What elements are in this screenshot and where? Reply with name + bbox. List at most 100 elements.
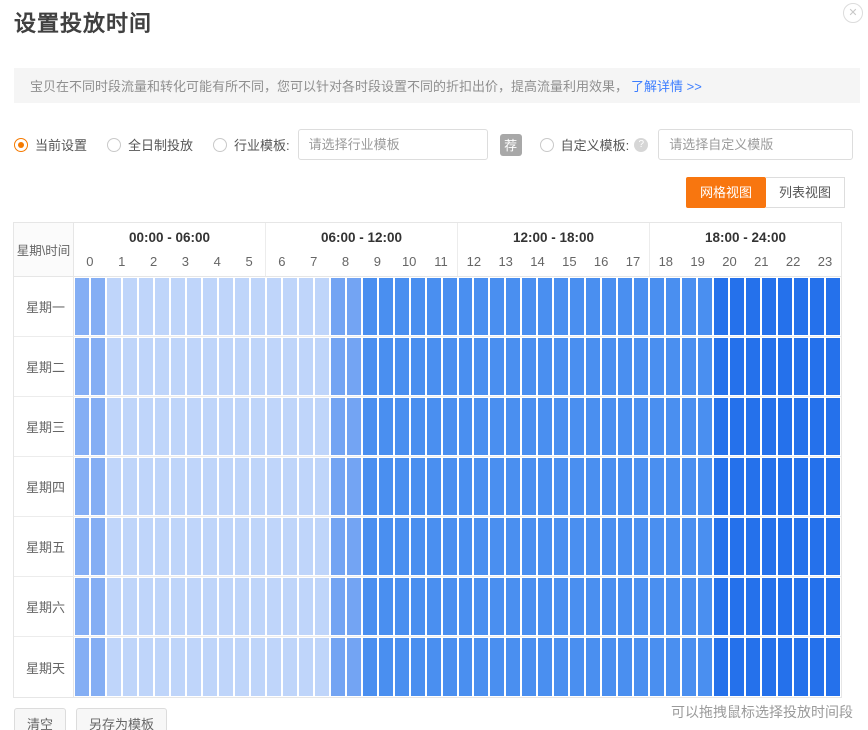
time-cell[interactable] [219, 398, 233, 455]
time-cell[interactable] [730, 278, 744, 335]
time-cell[interactable] [379, 578, 393, 635]
time-cell[interactable] [379, 518, 393, 575]
save-as-template-button[interactable]: 另存为模板 [76, 708, 167, 730]
time-cell[interactable] [474, 278, 488, 335]
time-cell[interactable] [570, 518, 584, 575]
time-cell[interactable] [618, 578, 632, 635]
time-cell[interactable] [459, 518, 473, 575]
time-cell[interactable] [331, 458, 345, 515]
time-cell[interactable] [267, 278, 281, 335]
time-cell[interactable] [810, 398, 824, 455]
time-cell[interactable] [187, 518, 201, 575]
time-cell[interactable] [91, 458, 105, 515]
time-cell[interactable] [666, 338, 680, 395]
radio-fulltime[interactable]: 全日制投放 [107, 135, 193, 154]
time-cell[interactable] [219, 278, 233, 335]
time-cell[interactable] [347, 578, 361, 635]
time-cell[interactable] [570, 578, 584, 635]
time-cell[interactable] [810, 338, 824, 395]
time-cell[interactable] [347, 398, 361, 455]
time-cell[interactable] [155, 518, 169, 575]
time-cell[interactable] [299, 278, 313, 335]
time-cell[interactable] [698, 578, 712, 635]
time-cell[interactable] [395, 278, 409, 335]
time-cell[interactable] [411, 638, 425, 696]
custom-template-input[interactable] [658, 129, 853, 160]
time-cell[interactable] [203, 278, 217, 335]
time-cell[interactable] [235, 458, 249, 515]
time-cell[interactable] [123, 578, 137, 635]
time-cell[interactable] [746, 638, 760, 696]
time-cell[interactable] [730, 398, 744, 455]
time-cell[interactable] [379, 638, 393, 696]
time-cell[interactable] [139, 518, 153, 575]
time-cell[interactable] [459, 458, 473, 515]
time-cell[interactable] [347, 638, 361, 696]
time-cell[interactable] [139, 278, 153, 335]
time-cell[interactable] [522, 458, 536, 515]
time-cell[interactable] [443, 398, 457, 455]
time-cell[interactable] [554, 458, 568, 515]
time-cell[interactable] [714, 338, 728, 395]
time-cell[interactable] [267, 338, 281, 395]
time-cell[interactable] [235, 398, 249, 455]
time-cell[interactable] [171, 638, 185, 696]
time-cell[interactable] [203, 638, 217, 696]
time-cell[interactable] [602, 578, 616, 635]
time-cell[interactable] [395, 518, 409, 575]
radio-current-setting[interactable]: 当前设置 [14, 135, 87, 154]
clear-button[interactable]: 清空 [14, 708, 66, 730]
time-cell[interactable] [826, 578, 840, 635]
time-cell[interactable] [810, 578, 824, 635]
time-cell[interactable] [506, 638, 520, 696]
time-cell[interactable] [778, 338, 792, 395]
time-cell[interactable] [778, 638, 792, 696]
time-cell[interactable] [427, 278, 441, 335]
time-cell[interactable] [363, 338, 377, 395]
time-cell[interactable] [618, 638, 632, 696]
time-cell[interactable] [443, 458, 457, 515]
time-cell[interactable] [251, 398, 265, 455]
time-cell[interactable] [490, 458, 504, 515]
time-cell[interactable] [75, 338, 89, 395]
time-cell[interactable] [762, 278, 776, 335]
time-cell[interactable] [107, 278, 121, 335]
time-cell[interactable] [602, 278, 616, 335]
time-cell[interactable] [299, 398, 313, 455]
time-cell[interactable] [602, 398, 616, 455]
time-cell[interactable] [107, 518, 121, 575]
time-cell[interactable] [634, 398, 648, 455]
time-cell[interactable] [235, 338, 249, 395]
time-cell[interactable] [203, 338, 217, 395]
time-cell[interactable] [474, 338, 488, 395]
time-cell[interactable] [570, 638, 584, 696]
time-cell[interactable] [778, 458, 792, 515]
time-cell[interactable] [155, 278, 169, 335]
time-cell[interactable] [746, 398, 760, 455]
time-cell[interactable] [826, 338, 840, 395]
time-cell[interactable] [634, 338, 648, 395]
time-cell[interactable] [602, 518, 616, 575]
time-cell[interactable] [411, 338, 425, 395]
time-cell[interactable] [107, 338, 121, 395]
time-cell[interactable] [155, 578, 169, 635]
time-cell[interactable] [682, 638, 696, 696]
time-cell[interactable] [123, 338, 137, 395]
time-cell[interactable] [315, 638, 329, 696]
time-cell[interactable] [123, 638, 137, 696]
time-cell[interactable] [778, 278, 792, 335]
time-cell[interactable] [251, 578, 265, 635]
time-cell[interactable] [267, 578, 281, 635]
time-cell[interactable] [538, 398, 552, 455]
time-cell[interactable] [746, 278, 760, 335]
time-cell[interactable] [395, 338, 409, 395]
time-cell[interactable] [459, 278, 473, 335]
time-cell[interactable] [331, 278, 345, 335]
time-cell[interactable] [139, 578, 153, 635]
time-cell[interactable] [538, 578, 552, 635]
time-cell[interactable] [634, 578, 648, 635]
time-cell[interactable] [570, 458, 584, 515]
time-cell[interactable] [123, 398, 137, 455]
time-cell[interactable] [459, 398, 473, 455]
time-cell[interactable] [91, 518, 105, 575]
